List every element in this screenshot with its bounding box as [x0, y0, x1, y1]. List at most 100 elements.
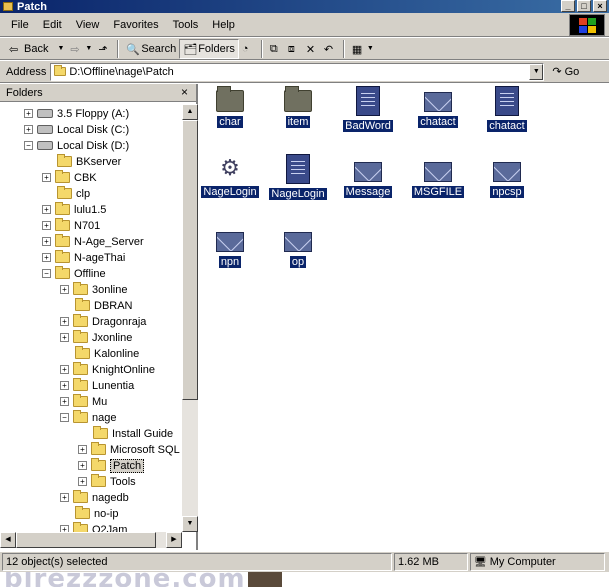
forward-arrow-icon: ⇨	[70, 43, 80, 56]
file-item[interactable]: NageLogin	[266, 154, 330, 200]
tree-vertical-scrollbar[interactable]: ▲ ▼	[182, 104, 198, 532]
menu-tools[interactable]: Tools	[166, 17, 206, 33]
file-item[interactable]: char	[198, 86, 262, 128]
tree-item[interactable]: + N-Age_Server	[42, 234, 144, 249]
file-item[interactable]: npcsp	[475, 162, 539, 198]
tree-item[interactable]: + Jxonline	[60, 330, 132, 345]
expand-icon[interactable]: +	[78, 477, 87, 486]
tree-item[interactable]: BKserver	[57, 154, 121, 169]
tree-item[interactable]: − nage	[60, 410, 116, 425]
go-button[interactable]: ↷ Go	[552, 65, 579, 79]
tree-item[interactable]: clp	[57, 186, 90, 201]
expand-icon[interactable]: +	[60, 381, 69, 390]
tree-item[interactable]: + Mu	[60, 394, 107, 409]
tree-item[interactable]: Kalonline	[75, 346, 139, 361]
address-input[interactable]: D:\Offline\nage\Patch ▼	[50, 62, 545, 81]
tree-item[interactable]: − Offline	[42, 266, 106, 281]
tree-item[interactable]: + N-ageThai	[42, 250, 125, 265]
file-item[interactable]: chatact	[406, 92, 470, 128]
tree-horizontal-scrollbar[interactable]: ◀ ▶	[0, 532, 182, 548]
tree-item-selected[interactable]: + Patch	[78, 458, 145, 473]
tree-item[interactable]: + CBK	[42, 170, 97, 185]
tree-item[interactable]: + Lunentia	[60, 378, 134, 393]
expand-icon[interactable]: +	[60, 365, 69, 374]
file-item[interactable]: item	[266, 86, 330, 128]
expand-icon[interactable]: +	[60, 493, 69, 502]
file-item[interactable]: op	[266, 232, 330, 268]
chevron-down-icon[interactable]: ▼	[529, 63, 544, 80]
chevron-down-icon[interactable]: ▼	[85, 45, 92, 52]
scroll-right-icon[interactable]: ▶	[166, 532, 182, 548]
folder-icon	[75, 298, 90, 311]
menu-edit[interactable]: Edit	[36, 17, 69, 33]
close-icon[interactable]: ×	[181, 85, 188, 99]
tree-item[interactable]: + nagedb	[60, 490, 129, 505]
tree-item[interactable]: + Microsoft SQL S	[78, 442, 182, 457]
file-item[interactable]: BadWord	[336, 86, 400, 132]
folders-label: Folders	[198, 42, 235, 55]
menu-view[interactable]: View	[69, 17, 107, 33]
title-bar[interactable]: Patch _ □ ×	[0, 0, 609, 13]
menu-file[interactable]: File	[4, 17, 36, 33]
collapse-icon[interactable]: −	[42, 269, 51, 278]
expand-icon[interactable]: +	[78, 445, 87, 454]
config-icon	[286, 154, 310, 184]
undo-button[interactable]: ↶	[321, 39, 339, 59]
tree-item[interactable]: + KnightOnline	[60, 362, 155, 377]
up-folder-button[interactable]: ⬏	[95, 39, 113, 59]
expand-icon[interactable]: +	[60, 333, 69, 342]
file-item[interactable]: Message	[336, 162, 400, 198]
close-button[interactable]: ×	[593, 0, 607, 12]
chevron-down-icon[interactable]: ▼	[57, 45, 64, 52]
back-button[interactable]: ⇦ Back ▼	[6, 39, 67, 59]
tree-item[interactable]: +3online	[60, 282, 127, 297]
search-button[interactable]: 🔍 Search	[123, 39, 179, 59]
tree-item[interactable]: + lulu1.5	[42, 202, 106, 217]
maximize-button[interactable]: □	[577, 0, 591, 12]
minimize-button[interactable]: _	[561, 0, 575, 12]
delete-button[interactable]: ✕	[303, 39, 321, 59]
expand-icon[interactable]: +	[60, 317, 69, 326]
expand-icon[interactable]: +	[42, 237, 51, 246]
tree-item[interactable]: no-ip	[75, 506, 118, 521]
tree-item[interactable]: + O2Jam	[60, 522, 127, 532]
collapse-icon[interactable]: −	[60, 413, 69, 422]
scroll-thumb[interactable]	[16, 532, 156, 548]
expand-icon[interactable]: +	[60, 525, 69, 532]
tree-item[interactable]: + N701	[42, 218, 100, 233]
expand-icon[interactable]: +	[42, 205, 51, 214]
scroll-thumb[interactable]	[182, 120, 198, 400]
expand-icon[interactable]: +	[42, 253, 51, 262]
menu-favorites[interactable]: Favorites	[106, 17, 165, 33]
folder-icon	[216, 86, 244, 112]
views-button[interactable]: ▦ ▼	[349, 39, 377, 59]
expand-icon[interactable]: +	[24, 109, 33, 118]
expand-icon[interactable]: +	[78, 461, 87, 470]
scroll-down-icon[interactable]: ▼	[182, 516, 198, 532]
history-button[interactable]: ◔	[239, 39, 257, 59]
collapse-icon[interactable]: −	[24, 141, 33, 150]
menu-help[interactable]: Help	[205, 17, 242, 33]
file-item[interactable]: npn	[198, 232, 262, 268]
forward-button[interactable]: ⇨ ▼	[67, 39, 95, 59]
tree-item[interactable]: DBRAN	[75, 298, 133, 313]
file-item[interactable]: chatact	[475, 86, 539, 132]
expand-icon[interactable]: +	[60, 285, 69, 294]
scroll-left-icon[interactable]: ◀	[0, 532, 16, 548]
tree-item[interactable]: +3.5 Floppy (A:)	[24, 106, 129, 121]
expand-icon[interactable]: +	[42, 221, 51, 230]
tree-item[interactable]: + Dragonraja	[60, 314, 146, 329]
scroll-up-icon[interactable]: ▲	[182, 104, 198, 120]
tree-item[interactable]: + Tools	[78, 474, 136, 489]
tree-item[interactable]: Install Guide	[93, 426, 173, 441]
tree-item[interactable]: − Local Disk (D:)	[24, 138, 129, 153]
move-to-button[interactable]: ⧉	[267, 39, 285, 59]
expand-icon[interactable]: +	[42, 173, 51, 182]
folders-button[interactable]: 🗂 Folders	[179, 38, 239, 59]
file-item[interactable]: ⚙ NageLogin	[198, 154, 262, 198]
expand-icon[interactable]: +	[24, 125, 33, 134]
tree-item[interactable]: + Local Disk (C:)	[24, 122, 129, 137]
file-item[interactable]: MSGFILE	[406, 162, 470, 198]
expand-icon[interactable]: +	[60, 397, 69, 406]
copy-to-button[interactable]: ⧈	[285, 39, 303, 59]
